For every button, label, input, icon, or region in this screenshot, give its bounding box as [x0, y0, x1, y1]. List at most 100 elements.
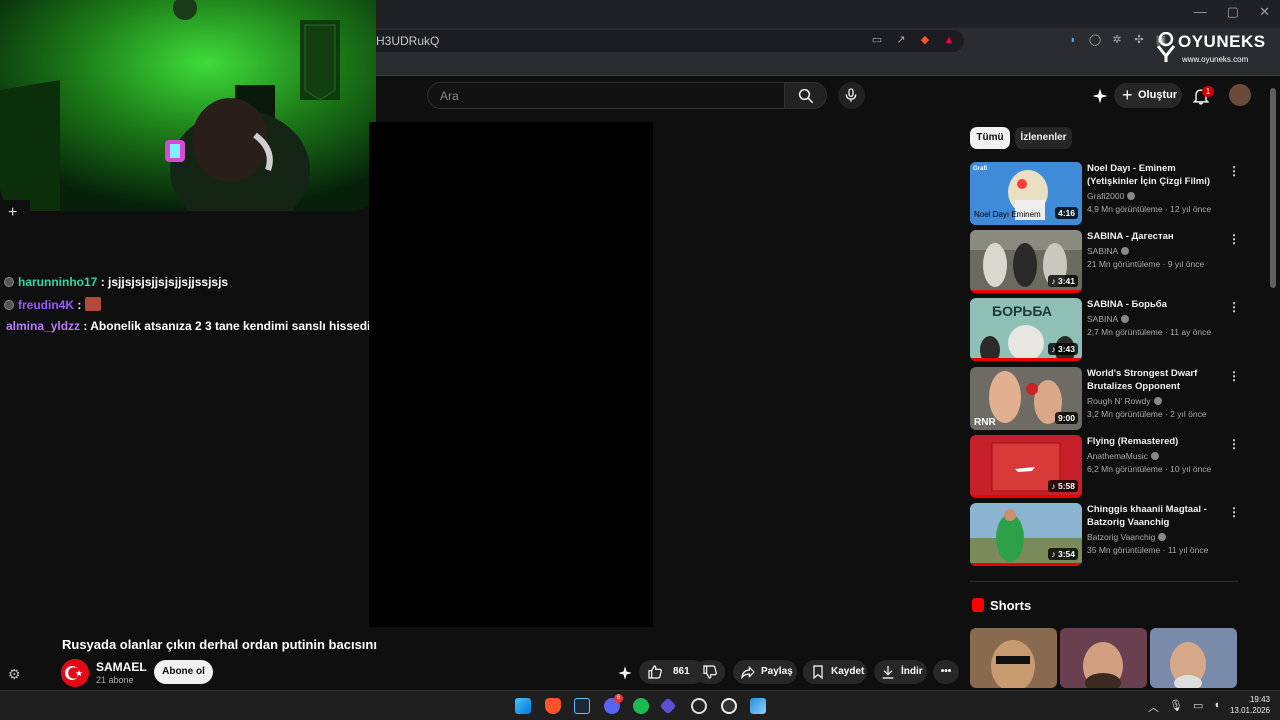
- more-options-icon[interactable]: ⋮: [1228, 437, 1240, 451]
- maximize-button[interactable]: ▢: [1227, 4, 1239, 20]
- gear-icon[interactable]: ⚙: [8, 666, 21, 683]
- duration: ♪ 5:58: [1048, 480, 1078, 492]
- watch-progress: [970, 495, 1082, 498]
- scrollbar[interactable]: [1270, 88, 1276, 288]
- settings-app-icon[interactable]: [721, 698, 737, 714]
- more-actions-button[interactable]: •••: [933, 660, 959, 684]
- chat-text: : jsjjsjsjsjjsjsjjsjjssjsjs: [100, 275, 229, 289]
- audio-icon[interactable]: ◗: [1066, 33, 1080, 47]
- minimize-button[interactable]: —: [1194, 4, 1207, 20]
- rec-title[interactable]: Chinggis khaanii Magtaal - Batzorig Vaan…: [1087, 503, 1222, 529]
- rec-channel[interactable]: SABINA: [1087, 246, 1130, 256]
- spotify-icon[interactable]: [633, 698, 649, 714]
- chat-username[interactable]: freudin4K: [18, 298, 74, 312]
- rec-title[interactable]: SABINA - Дагестан: [1087, 230, 1222, 243]
- sparkle-icon[interactable]: [1090, 86, 1110, 106]
- system-tray: ︿ 🎙 ▭ ◖: [1148, 699, 1220, 715]
- chat-username[interactable]: harunninho17: [18, 275, 97, 289]
- thumb-text: RNR: [974, 417, 996, 428]
- settings-icon[interactable]: ✲: [1110, 33, 1124, 47]
- video-thumbnail[interactable]: ♪ 3:41: [970, 230, 1082, 293]
- recommendation-item[interactable]: RNR 9:00 World's Strongest Dwarf Brutali…: [970, 367, 1240, 431]
- rec-meta: 2,7 Mn görüntüleme · 11 ay önce: [1087, 327, 1212, 337]
- save-button[interactable]: Kaydet: [803, 660, 867, 684]
- chevron-up-icon[interactable]: ︿: [1148, 699, 1159, 715]
- more-options-icon[interactable]: ⋮: [1228, 232, 1240, 246]
- channel-name[interactable]: SAMAEL: [96, 660, 147, 674]
- extension-circle-icon[interactable]: ◯: [1088, 33, 1102, 47]
- recommendation-item[interactable]: Grafi Noel Dayı Eminem 4:16 Noel Dayı - …: [970, 162, 1240, 226]
- video-thumbnail[interactable]: ♪ 3:54: [970, 503, 1082, 566]
- brave-rewards-icon[interactable]: ▲: [942, 33, 956, 47]
- chip-all[interactable]: Tümü: [970, 127, 1010, 149]
- recommendation-item[interactable]: ♪ 3:54 Chinggis khaanii Magtaal - Batzor…: [970, 503, 1240, 567]
- rec-channel[interactable]: Batzorig Vaanchig: [1087, 532, 1167, 542]
- video-thumbnail[interactable]: ♪ 5:58: [970, 435, 1082, 498]
- windows-start-icon[interactable]: [515, 698, 531, 714]
- share-icon[interactable]: ↗: [894, 33, 908, 47]
- brave-shield-icon[interactable]: ◆: [918, 33, 932, 47]
- search-input[interactable]: Ara: [427, 82, 785, 109]
- rec-channel[interactable]: Rough N' Rowdy: [1087, 396, 1162, 406]
- account-avatar[interactable]: [1229, 84, 1251, 106]
- more-options-icon[interactable]: ⋮: [1228, 505, 1240, 519]
- microphone-tray-icon[interactable]: 🎙: [1169, 699, 1183, 715]
- rec-title[interactable]: Noel Dayı - Eminem (Yetişkinler İçin Çiz…: [1087, 162, 1222, 188]
- recommendation-item[interactable]: ♪ 3:41 SABINA - Дагестан SABINA 21 Mn gö…: [970, 230, 1240, 294]
- rec-channel[interactable]: Grafi2000: [1087, 191, 1136, 201]
- more-options-icon[interactable]: ⋮: [1228, 369, 1240, 383]
- close-button[interactable]: ✕: [1259, 4, 1270, 20]
- share-button[interactable]: Paylaş: [733, 660, 797, 684]
- url-text: H3UDRukQ: [376, 34, 440, 48]
- url-field[interactable]: H3UDRukQ ▭ ↗ ◆ ▲: [360, 30, 964, 52]
- subscribe-button[interactable]: Abone ol: [154, 660, 213, 684]
- network-icon[interactable]: ▭: [1193, 699, 1203, 715]
- microphone-icon: [845, 88, 857, 102]
- chip-watched[interactable]: İzlenenler: [1015, 127, 1072, 149]
- rec-title[interactable]: Flying (Remastered): [1087, 435, 1222, 448]
- photos-icon[interactable]: [750, 698, 766, 714]
- more-icon: •••: [940, 666, 952, 677]
- duration: ♪ 3:41: [1048, 275, 1078, 287]
- sparkle-icon[interactable]: [616, 664, 634, 682]
- thumb-text-top: Grafi: [973, 166, 987, 172]
- system-clock[interactable]: 19:43 13.01.2026: [1228, 694, 1270, 716]
- verified-icon: [1150, 452, 1159, 460]
- recommendation-item[interactable]: ♪ 5:58 Flying (Remastered) AnathemaMusic…: [970, 435, 1240, 499]
- more-options-icon[interactable]: ⋮: [1228, 300, 1240, 314]
- rec-channel[interactable]: SABINA: [1087, 314, 1130, 324]
- short-item[interactable]: [1060, 628, 1147, 688]
- short-thumbnail: [1060, 628, 1147, 688]
- watch-progress: [970, 290, 1082, 293]
- steam-icon[interactable]: [574, 698, 590, 714]
- create-button[interactable]: + Oluştur: [1114, 83, 1182, 108]
- brave-icon[interactable]: [545, 698, 561, 714]
- video-thumbnail[interactable]: БОРЬБА ♪ 3:43: [970, 298, 1082, 361]
- rec-title[interactable]: SABINA - Борьба: [1087, 298, 1222, 311]
- rec-channel[interactable]: AnathemaMusic: [1087, 451, 1159, 461]
- volume-icon[interactable]: ◖: [1213, 699, 1220, 715]
- extensions-icon[interactable]: ✣: [1132, 33, 1146, 47]
- download-button[interactable]: İndir: [874, 660, 927, 684]
- notification-badge: 1: [1202, 86, 1214, 97]
- more-options-icon[interactable]: ⋮: [1228, 164, 1240, 178]
- cast-icon[interactable]: ▭: [870, 33, 884, 47]
- video-thumbnail[interactable]: RNR 9:00: [970, 367, 1082, 430]
- chat-message: freudin4K :: [4, 297, 101, 312]
- search-button[interactable]: [785, 82, 827, 109]
- video-player[interactable]: [369, 122, 653, 627]
- obs-icon[interactable]: [691, 698, 707, 714]
- short-item[interactable]: [1150, 628, 1237, 688]
- dislike-button[interactable]: [695, 660, 725, 684]
- voice-search-button[interactable]: [838, 82, 865, 109]
- recommendation-item[interactable]: БОРЬБА ♪ 3:43 SABINA - Борьба SABINA 2,7…: [970, 298, 1240, 362]
- verified-icon: [1121, 247, 1130, 255]
- video-thumbnail[interactable]: Grafi Noel Dayı Eminem 4:16: [970, 162, 1082, 225]
- rec-meta: 3,2 Mn görüntüleme · 2 yıl önce: [1087, 409, 1207, 419]
- channel-avatar[interactable]: [61, 659, 89, 687]
- add-icon[interactable]: +: [8, 204, 17, 222]
- chat-username[interactable]: almina_yldzz: [6, 319, 80, 333]
- rec-title[interactable]: World's Strongest Dwarf Brutalizes Oppon…: [1087, 367, 1222, 393]
- short-item[interactable]: [970, 628, 1057, 688]
- app-icon[interactable]: [659, 697, 677, 715]
